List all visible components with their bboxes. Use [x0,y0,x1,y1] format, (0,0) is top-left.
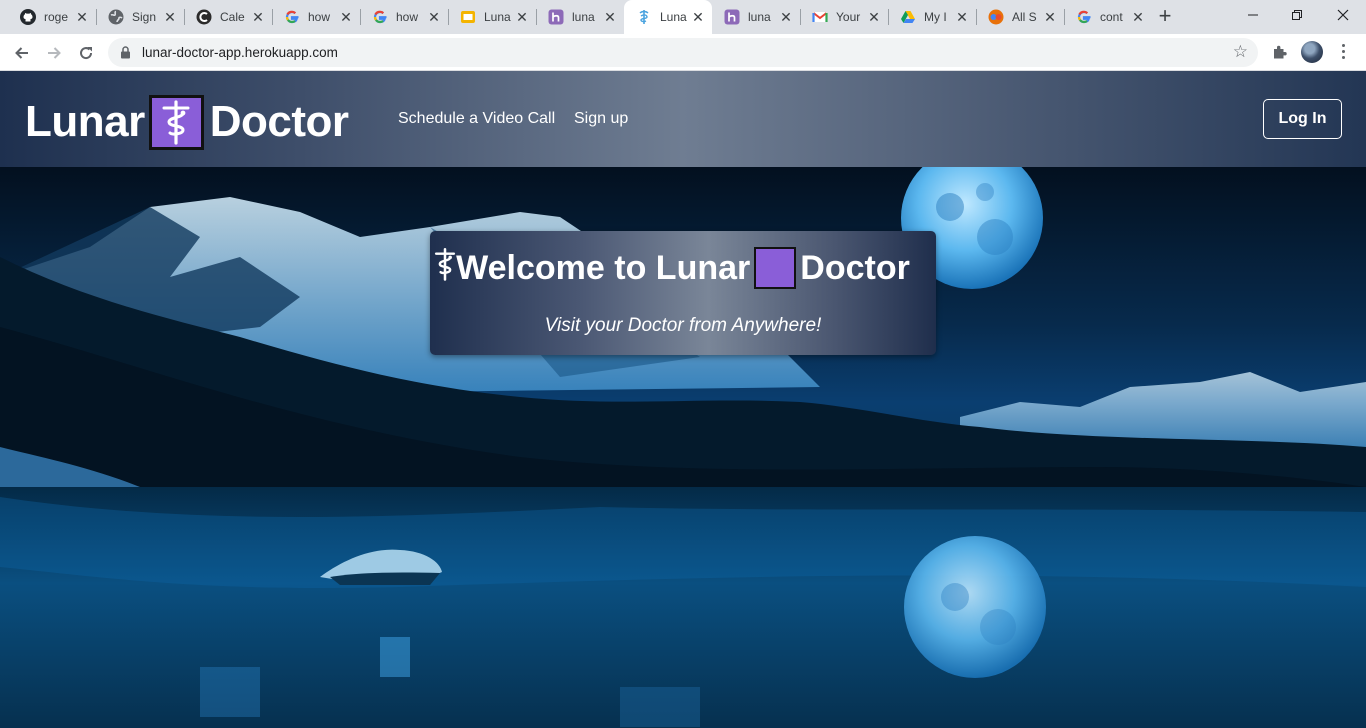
close-window-icon [1337,9,1349,21]
nav-sign-up[interactable]: Sign up [574,109,628,129]
close-icon[interactable]: ✕ [338,9,354,25]
tab-title: Your [836,10,861,24]
close-icon[interactable]: ✕ [778,9,794,25]
browser-tab[interactable]: Cale ✕ [184,0,272,34]
address-bar[interactable]: lunar-doctor-app.herokuapp.com ☆ [108,38,1258,67]
heroku-icon [548,9,564,25]
drive-icon [900,9,916,25]
login-button[interactable]: Log In [1263,99,1342,139]
back-arrow-icon [15,47,28,59]
all-icon [988,9,1004,25]
url-text: lunar-doctor-app.herokuapp.com [142,45,338,60]
browser-tab[interactable]: Luna ✕ [448,0,536,34]
tab-title: luna [572,10,595,24]
close-icon[interactable]: ✕ [426,9,442,25]
browser-toolbar: lunar-doctor-app.herokuapp.com ☆ [0,34,1366,71]
close-window-button[interactable] [1320,0,1366,30]
caduceus-logo-icon [148,94,204,150]
new-tab-button[interactable]: + [1152,4,1178,30]
browser-tab[interactable]: luna ✕ [712,0,800,34]
tab-title: Cale [220,10,245,24]
tab-title: how [396,10,419,24]
google-icon [372,9,388,25]
tab-title: Luna [660,10,687,24]
tab-title: All S [1012,10,1037,24]
profile-avatar[interactable] [1301,41,1323,63]
restore-icon [1292,10,1302,20]
welcome-suffix: Doctor [800,249,910,287]
browser-tab[interactable]: luna ✕ [536,0,624,34]
close-icon[interactable]: ✕ [1130,9,1146,25]
google-icon [1076,9,1092,25]
welcome-card: Welcome to Lunar Doctor Visit your Docto… [430,231,936,355]
tab-list: roge ✕ Sign ✕ Cale ✕ how ✕ how ✕ Luna ✕ … [8,0,1152,34]
brand-text-left: Lunar [25,97,145,146]
tab-title: how [308,10,331,24]
tab-title: luna [748,10,771,24]
tagline: Visit your Doctor from Anywhere! [544,315,822,336]
restore-button[interactable] [1274,0,1320,30]
hero-background: Welcome to Lunar Doctor Visit your Docto… [0,167,1366,728]
browser-tab[interactable]: Sign ✕ [96,0,184,34]
close-icon[interactable]: ✕ [602,9,618,25]
browser-tab[interactable]: cont ✕ [1064,0,1152,34]
heroku-icon [724,9,740,25]
welcome-prefix: Welcome to Lunar [456,249,751,287]
close-icon[interactable]: ✕ [250,9,266,25]
close-icon[interactable]: ✕ [162,9,178,25]
welcome-heading: Welcome to Lunar Doctor [430,247,936,289]
tab-title: My I [924,10,947,24]
google-icon [284,9,300,25]
browser-tab-strip: roge ✕ Sign ✕ Cale ✕ how ✕ how ✕ Luna ✕ … [0,0,1366,34]
tab-title: cont [1100,10,1123,24]
browser-tab-active[interactable]: Luna ✕ [624,0,712,34]
close-icon[interactable]: ✕ [514,9,530,25]
github-icon [20,9,36,25]
minimize-icon [1248,14,1258,16]
lock-icon [121,46,130,59]
close-icon[interactable]: ✕ [866,9,882,25]
browser-tab[interactable]: roge ✕ [8,0,96,34]
reload-icon [80,47,93,60]
brand-text-right: Doctor [209,97,349,146]
site-navbar: Lunar Doctor Schedule a Video Call Sign … [0,71,1366,167]
browser-tab[interactable]: how ✕ [272,0,360,34]
bookmark-star-icon[interactable]: ☆ [1233,43,1248,61]
gmail-icon [812,9,828,25]
extensions-puzzle-icon[interactable] [1271,43,1289,61]
browser-tab[interactable]: All S ✕ [976,0,1064,34]
forward-button[interactable] [40,39,68,67]
nav-schedule-video-call[interactable]: Schedule a Video Call [398,109,555,129]
browser-tab[interactable]: Your ✕ [800,0,888,34]
browser-tab[interactable]: how ✕ [360,0,448,34]
tab-title: Luna [484,10,511,24]
close-icon[interactable]: ✕ [954,9,970,25]
caduceus-icon [636,9,652,25]
close-icon[interactable]: ✕ [690,9,706,25]
tab-title: Sign [132,10,157,24]
calendly-icon [196,9,212,25]
browser-menu-icon[interactable] [1336,42,1350,62]
browser-tab[interactable]: My I ✕ [888,0,976,34]
close-icon[interactable]: ✕ [1042,9,1058,25]
slides-icon [460,9,476,25]
brand-logo[interactable]: Lunar Doctor [25,92,349,152]
tab-title: roge [44,10,69,24]
reload-button[interactable] [72,39,100,67]
caduceus-logo-icon [434,247,797,289]
forward-arrow-icon [48,47,61,59]
back-button[interactable] [8,39,36,67]
globe-icon [108,9,124,25]
minimize-button[interactable] [1230,0,1276,30]
close-icon[interactable]: ✕ [74,9,90,25]
